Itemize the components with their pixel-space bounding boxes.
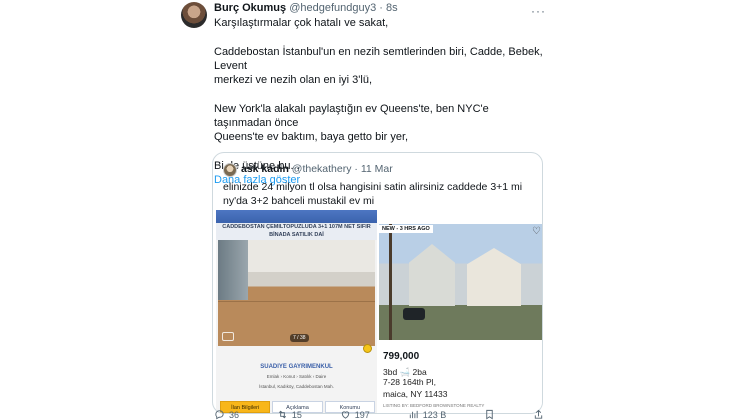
tweet-line: Caddebostan İstanbul'un en nezih semtler… <box>214 45 543 72</box>
quote-author-handle: @thekathery <box>291 163 352 175</box>
quote-header: ask kadin @thekathery · 11 Mar <box>241 163 393 175</box>
listing-address-line1: 7-28 164th Pl, <box>383 377 436 387</box>
listing-price: 799,000 <box>383 351 420 362</box>
reply-count: 36 <box>229 409 240 420</box>
heart-icon <box>341 411 349 419</box>
reply-icon <box>215 410 224 420</box>
bookmark-button[interactable] <box>484 409 495 420</box>
window-shape <box>218 240 248 300</box>
listing-banner: CADDEBOSTAN ÇEMILTOPUZLUDA 3+1 107M NET … <box>216 223 377 240</box>
media-image-istanbul-listing[interactable]: CADDEBOSTAN ÇEMILTOPUZLUDA 3+1 107M NET … <box>216 210 379 413</box>
like-count: 197 <box>354 409 370 420</box>
house-shape <box>409 244 455 306</box>
quote-author-name: ask kadin <box>241 163 289 175</box>
views-button[interactable]: 123 B <box>408 409 447 420</box>
quoted-tweet[interactable]: ask kadin @thekathery · 11 Mar elinizde … <box>212 152 543 414</box>
tweet-header: Burç Okumuş @hedgefundguy3 · 8s <box>214 2 398 14</box>
apartment-photo: 7 / 38 <box>218 240 375 346</box>
retweet-icon <box>278 410 286 419</box>
listing-top-bar <box>216 210 377 223</box>
retweet-count: 15 <box>291 409 302 420</box>
author-handle[interactable]: @hedgefundguy3 <box>289 2 376 14</box>
author-name[interactable]: Burç Okumuş <box>214 2 286 14</box>
quote-author-avatar <box>223 163 237 177</box>
camera-icon <box>222 332 234 341</box>
listing-address-line2: maica, NY 11433 <box>383 389 448 399</box>
views-count: 123 B <box>422 409 447 420</box>
tweet-line: New York'la alakalı paylaştığın ev Queen… <box>214 102 489 130</box>
retweet-button[interactable]: 15 <box>277 409 302 420</box>
views-icon <box>409 410 418 419</box>
house-shape <box>467 248 521 306</box>
reply-button[interactable]: 36 <box>214 409 239 420</box>
coin-icon <box>363 344 372 353</box>
share-button[interactable] <box>533 409 544 420</box>
listing-category: Emlak › Konut › Satılık › Daire <box>266 374 327 379</box>
house-photo: NEW - 3 HRS AGO ♡ <box>379 224 542 340</box>
bookmark-icon <box>486 409 493 420</box>
tweet-actions: 36 15 197 123 B <box>214 409 544 420</box>
share-icon <box>534 409 543 419</box>
like-button[interactable]: 197 <box>340 409 370 420</box>
utility-pole <box>389 224 392 340</box>
photo-counter: 7 / 38 <box>290 334 309 342</box>
author-avatar[interactable] <box>181 2 207 28</box>
quote-date: · 11 Mar <box>354 163 393 175</box>
tweet-time[interactable]: · 8s <box>379 2 397 14</box>
heart-icon: ♡ <box>532 226 541 237</box>
media-image-queens-listing[interactable]: NEW - 3 HRS AGO ♡ 799,000 3bd 🛁 2ba 7-28… <box>379 210 542 413</box>
car-shape <box>403 308 425 320</box>
listing-by: LISTING BY: BEDFORD BROWNSTONE REALTY <box>383 403 485 408</box>
floor-line <box>218 301 375 303</box>
tweet-line: merkezi ve nezih olan en iyi 3'lü, <box>214 74 373 87</box>
listing-location: İstanbul, Kadıköy, Caddebostan Mah. <box>259 384 334 389</box>
quote-text: elinizde 24 milyon tl olsa hangisini sat… <box>223 181 523 207</box>
tweet-line: Queens'te ev baktım, baya getto bir yer, <box>214 131 409 144</box>
tweet-line: Karşılaştırmalar çok hatalı ve sakat, <box>214 17 389 29</box>
new-listing-badge: NEW - 3 HRS AGO <box>379 225 433 233</box>
agency-name: SUADIYE GAYRIMENKUL <box>260 364 333 370</box>
